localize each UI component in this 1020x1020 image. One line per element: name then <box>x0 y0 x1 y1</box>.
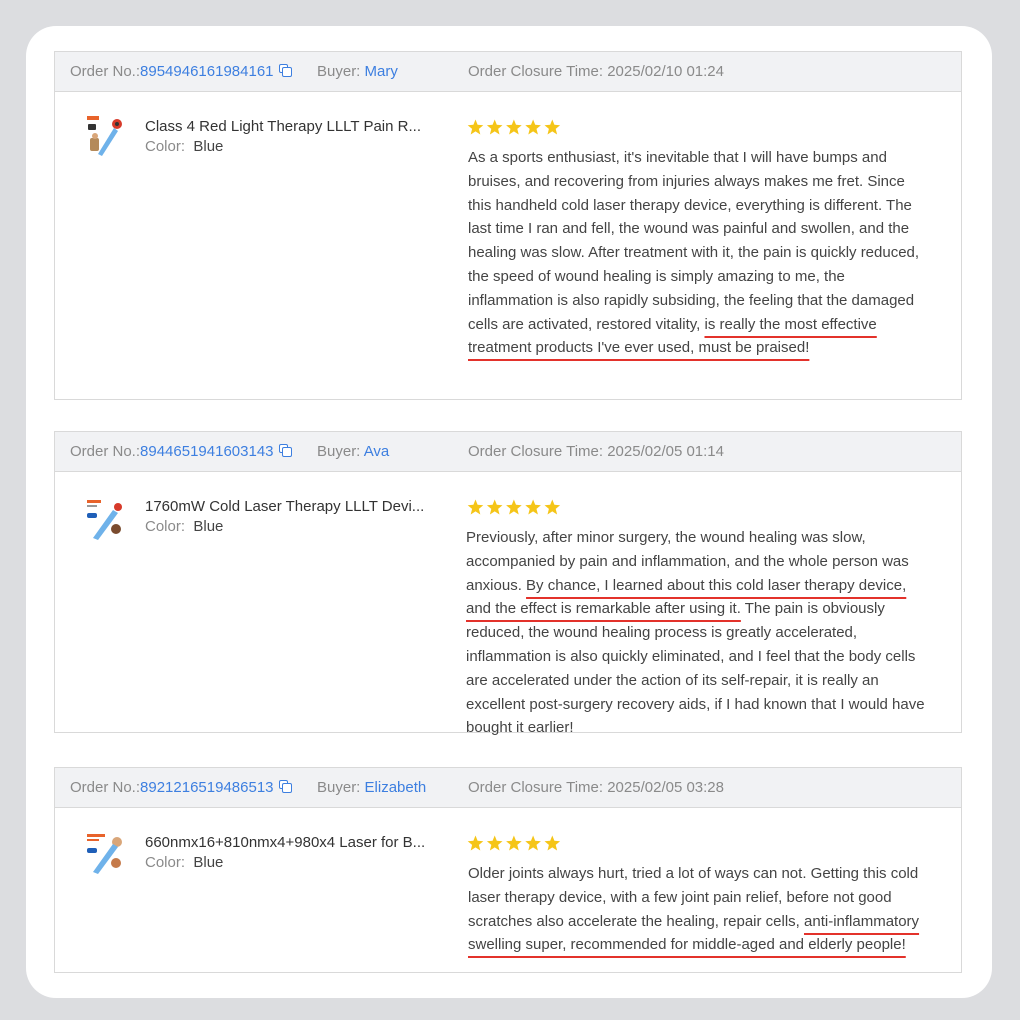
order-card: Order No.:8921216519486513 Buyer: Elizab… <box>54 767 962 973</box>
star-icon <box>486 835 503 851</box>
buyer-link[interactable]: Elizabeth <box>365 779 427 796</box>
buyer-group: Buyer: Elizabeth <box>317 768 426 808</box>
product-color: Color: Blue <box>145 138 223 155</box>
product-thumbnail[interactable] <box>85 832 125 874</box>
star-rating <box>467 119 567 136</box>
product-color: Color: Blue <box>145 854 223 871</box>
star-icon <box>506 835 522 851</box>
closure-time-value: 2025/02/05 01:14 <box>607 443 724 460</box>
star-icon <box>544 835 561 851</box>
star-icon <box>467 835 484 851</box>
color-label: Color: <box>145 518 186 535</box>
buyer-group: Buyer: Ava <box>317 432 389 472</box>
buyer-label: Buyer: <box>317 779 361 796</box>
product-thumbnail[interactable] <box>85 498 125 540</box>
color-value: Blue <box>193 518 224 535</box>
buyer-group: Buyer: Mary <box>317 52 398 92</box>
star-icon <box>506 499 522 515</box>
star-icon <box>525 499 541 515</box>
star-icon <box>506 119 522 135</box>
closure-time-value: 2025/02/10 01:24 <box>607 63 724 80</box>
closure-time: Order Closure Time: 2025/02/05 01:14 <box>468 432 724 472</box>
order-card: Order No.:8944651941603143 Buyer: Ava Or… <box>54 431 962 736</box>
order-header: Order No.:8954946161984161 Buyer: Mary O… <box>55 52 961 92</box>
order-number-link[interactable]: 8921216519486513 <box>140 779 273 796</box>
star-icon <box>486 119 503 135</box>
order-number-group: Order No.:8954946161984161 <box>70 52 292 92</box>
order-number-group: Order No.:8921216519486513 <box>70 768 292 808</box>
closure-time-label: Order Closure Time: <box>468 443 604 460</box>
review-text: As a sports enthusiast, it's inevitable … <box>468 146 923 360</box>
color-value: Blue <box>193 854 224 871</box>
order-header: Order No.:8921216519486513 Buyer: Elizab… <box>55 768 961 808</box>
order-number-group: Order No.:8944651941603143 <box>70 432 292 472</box>
closure-time-label: Order Closure Time: <box>468 779 604 796</box>
closure-time: Order Closure Time: 2025/02/10 01:24 <box>468 52 724 92</box>
star-icon <box>467 499 484 515</box>
buyer-label: Buyer: <box>317 443 361 460</box>
copy-icon[interactable] <box>278 780 292 793</box>
star-rating <box>467 835 567 852</box>
color-label: Color: <box>145 138 186 155</box>
product-name[interactable]: 660nmx16+810nmx4+980x4 Laser for B... <box>145 834 425 851</box>
star-icon <box>544 499 561 515</box>
product-name[interactable]: 1760mW Cold Laser Therapy LLLT Devi... <box>145 498 424 515</box>
product-color: Color: Blue <box>145 518 223 535</box>
order-number-label: Order No.: <box>70 443 141 460</box>
closure-time-label: Order Closure Time: <box>468 63 604 80</box>
color-label: Color: <box>145 854 186 871</box>
order-number-label: Order No.: <box>70 63 141 80</box>
product-thumbnail[interactable] <box>85 114 125 156</box>
buyer-link[interactable]: Mary <box>365 63 398 80</box>
buyer-label: Buyer: <box>317 63 361 80</box>
order-card: Order No.:8954946161984161 Buyer: Mary O… <box>54 51 962 400</box>
order-number-link[interactable]: 8944651941603143 <box>140 443 273 460</box>
review-text-after: The pain is obviously reduced, the wound… <box>466 600 925 737</box>
star-icon <box>525 835 541 851</box>
review-text: Older joints always hurt, tried a lot of… <box>468 862 923 957</box>
order-number-label: Order No.: <box>70 779 141 796</box>
star-icon <box>486 499 503 515</box>
star-rating <box>467 499 567 516</box>
review-text-plain: As a sports enthusiast, it's inevitable … <box>468 149 920 333</box>
product-name[interactable]: Class 4 Red Light Therapy LLLT Pain R... <box>145 118 421 135</box>
order-number-link[interactable]: 8954946161984161 <box>140 63 273 80</box>
closure-time: Order Closure Time: 2025/02/05 03:28 <box>468 768 724 808</box>
star-icon <box>467 119 484 135</box>
closure-time-value: 2025/02/05 03:28 <box>607 779 724 796</box>
copy-icon[interactable] <box>278 64 292 77</box>
star-icon <box>544 119 561 135</box>
color-value: Blue <box>193 138 224 155</box>
review-text: Previously, after minor surgery, the wou… <box>466 526 932 740</box>
order-header: Order No.:8944651941603143 Buyer: Ava Or… <box>55 432 961 472</box>
copy-icon[interactable] <box>278 444 292 457</box>
buyer-link[interactable]: Ava <box>364 443 390 460</box>
star-icon <box>525 119 541 135</box>
